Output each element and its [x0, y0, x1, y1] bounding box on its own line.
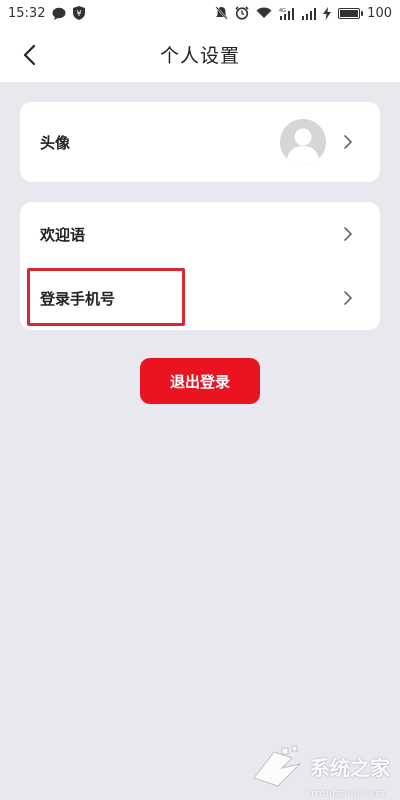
header-bar: 个人设置 — [0, 26, 400, 82]
alarm-clock-icon — [235, 6, 249, 20]
chat-notification-icon — [52, 7, 66, 20]
signal-icon — [302, 7, 317, 20]
logout-button[interactable]: 退出登录 — [140, 358, 260, 404]
status-bar-right: 4G 100 — [215, 6, 392, 21]
chevron-right-icon — [342, 227, 354, 241]
status-time: 15:32 — [8, 5, 46, 21]
default-user-icon — [280, 119, 326, 165]
status-bar-left: 15:32 ¥ — [8, 5, 86, 21]
watermark-logo-icon — [253, 745, 302, 787]
avatar-card: 头像 — [20, 102, 380, 182]
watermark-subtext: XITONGZHIJIA.NET — [305, 790, 386, 798]
battery-icon — [338, 7, 364, 19]
login-phone-row[interactable]: 登录手机号 — [20, 266, 380, 330]
battery-level: 100 — [367, 5, 392, 21]
mute-bell-icon — [215, 6, 228, 20]
avatar-row-label: 头像 — [40, 133, 71, 152]
chevron-right-icon — [342, 291, 354, 305]
settings-card: 欢迎语 登录手机号 — [20, 202, 380, 330]
back-arrow-icon — [23, 44, 36, 66]
svg-text:4G: 4G — [279, 8, 286, 14]
chevron-right-icon — [342, 135, 354, 149]
shield-notification-icon: ¥ — [73, 6, 86, 20]
avatar[interactable] — [280, 119, 326, 165]
page-title: 个人设置 — [159, 44, 240, 67]
watermark-text: 系统之家 — [310, 755, 390, 780]
welcome-message-label: 欢迎语 — [40, 225, 86, 244]
welcome-message-row[interactable]: 欢迎语 — [20, 202, 380, 266]
charging-icon — [323, 6, 332, 20]
svg-text:¥: ¥ — [77, 9, 82, 18]
wifi-icon — [256, 7, 272, 19]
status-bar: 15:32 ¥ 4G 100 — [0, 0, 400, 26]
login-phone-label: 登录手机号 — [40, 289, 116, 308]
signal-4g-icon: 4G — [279, 7, 295, 20]
avatar-row[interactable]: 头像 — [20, 102, 380, 182]
back-button[interactable] — [14, 40, 44, 70]
battery-fill — [340, 9, 359, 17]
watermark: 系统之家 XITONGZHIJIA.NET — [252, 744, 390, 798]
